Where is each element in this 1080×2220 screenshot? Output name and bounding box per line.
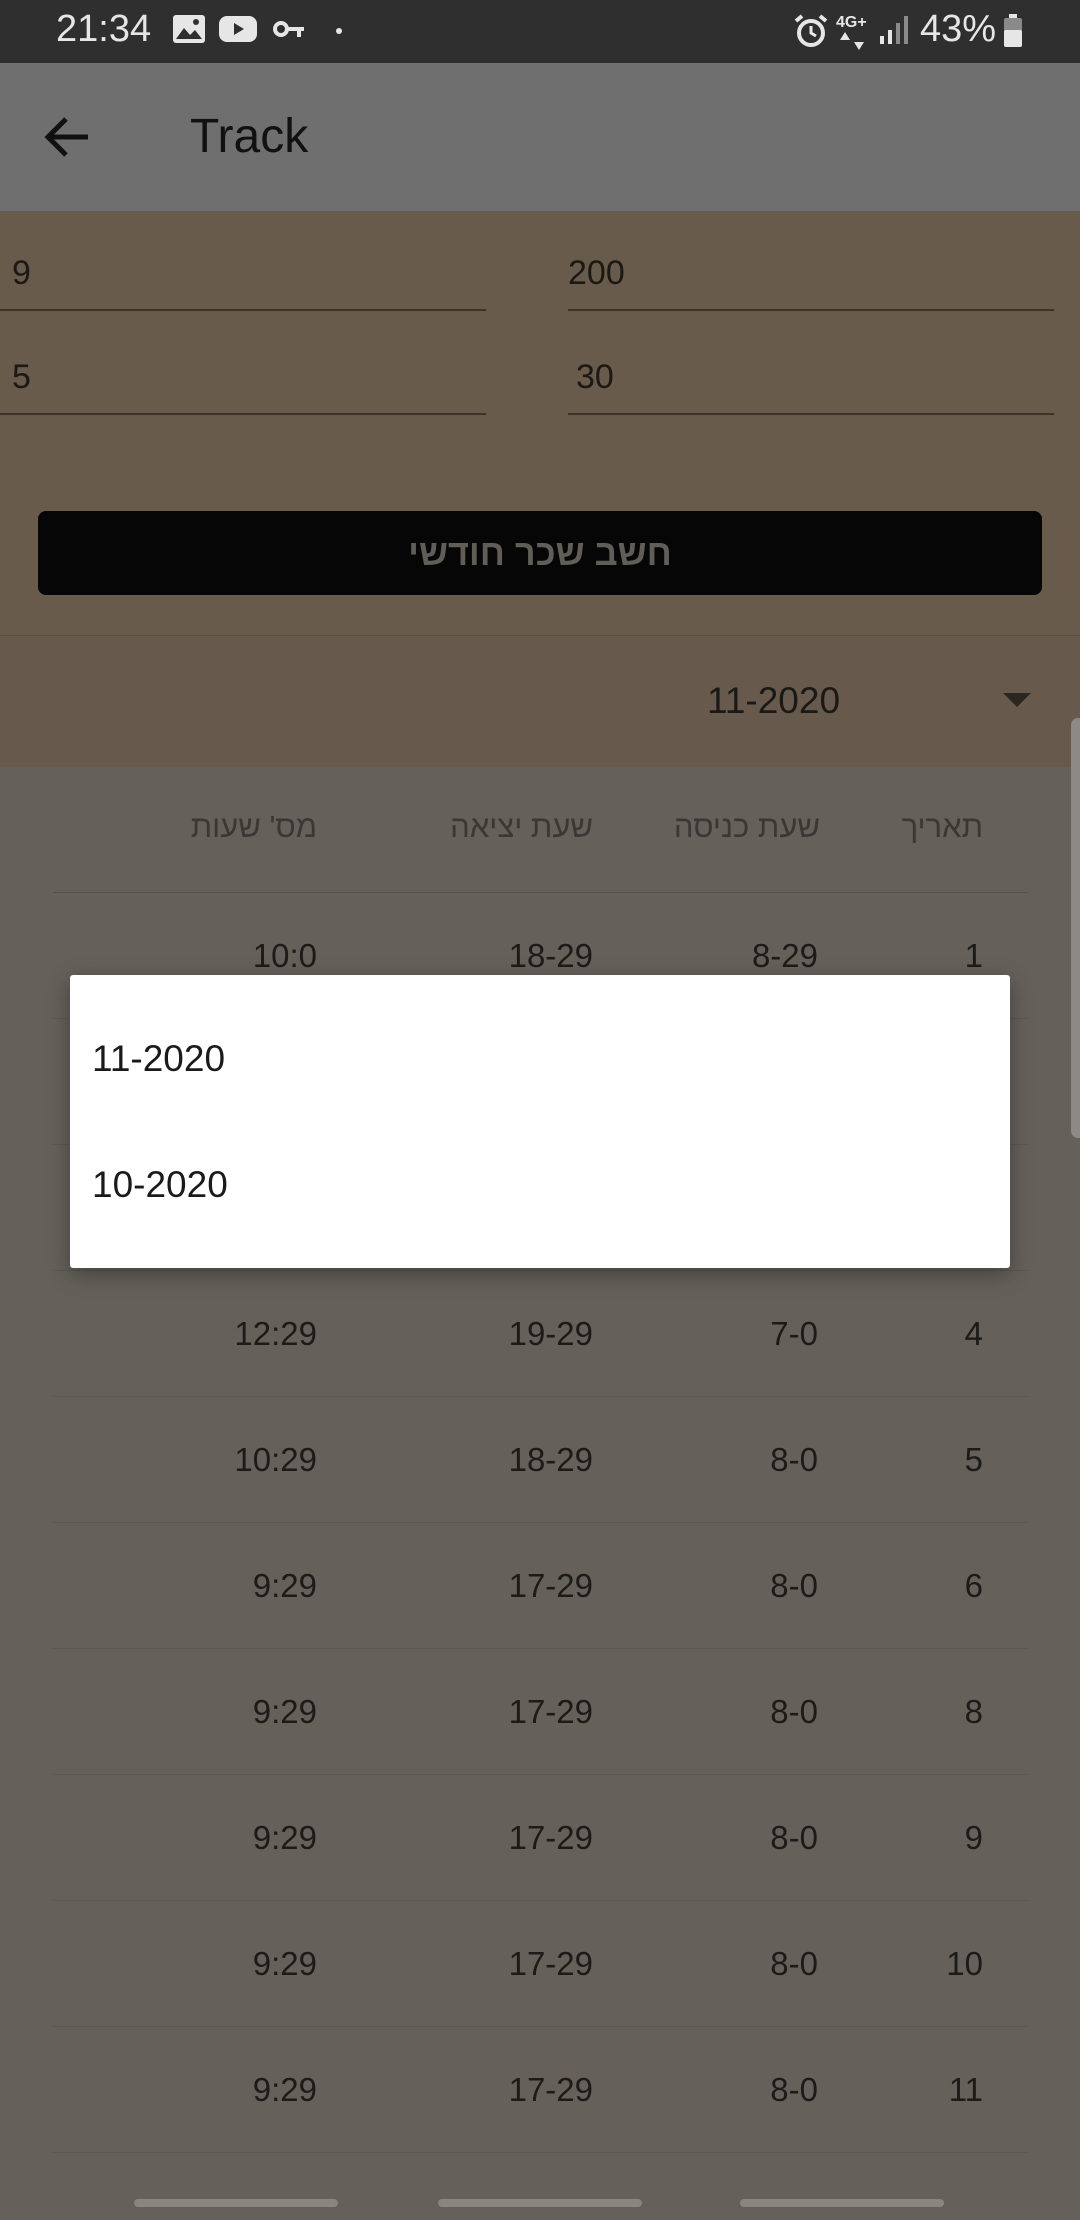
data-arrows-icon [840,32,864,50]
month-selector[interactable]: 11-2020 [0,635,1080,767]
cell-hours: 10:0 [252,937,317,974]
edge-panel-handle[interactable] [1071,718,1080,1138]
cell-exit: 19-29 [508,1315,593,1352]
status-bar: 21:34 4G+ 43% [0,0,1080,63]
cell-exit: 18-29 [508,937,593,974]
cell-entry: 8-0 [770,1693,818,1730]
page-title: Track [190,110,309,163]
dropdown-arrow-icon[interactable] [1003,693,1031,709]
rate-field-value: 200 [568,254,625,292]
cell-exit: 17-29 [508,1567,593,1604]
cell-hours: 9:29 [252,1945,317,1982]
table-row[interactable]: 8 8-0 17-29 9:29 [53,1649,1028,1775]
image-icon [173,15,205,43]
header-entry: שעת כניסה [673,809,820,844]
dropdown-option[interactable]: 10-2020 [92,1164,228,1206]
system-nav-bar [0,2187,1080,2220]
table-row[interactable]: 6 8-0 17-29 9:29 [53,1523,1028,1649]
header-hours: מס' שעות [190,809,317,844]
cell-entry: 8-0 [770,1567,818,1604]
cell-date: 5 [964,1441,983,1478]
nav-recents-button[interactable] [134,2199,338,2207]
cell-hours: 12:29 [234,1315,317,1352]
battery-icon [1004,14,1022,47]
cell-hours: 9:29 [252,2071,317,2108]
table-row[interactable]: 10 8-0 17-29 9:29 [53,1901,1028,2027]
dot-icon [336,28,342,34]
cell-exit: 17-29 [508,1693,593,1730]
table-row[interactable]: 5 8-0 18-29 10:29 [53,1397,1028,1523]
cell-exit: 18-29 [508,1441,593,1478]
cell-exit: 17-29 [508,2071,593,2108]
app-bar: Track [0,63,1080,211]
rate-field[interactable]: 200 [568,249,1054,311]
table-header: תאריך שעת כניסה שעת יציאה מס' שעות [53,767,1028,893]
alarm-icon [794,14,828,47]
cell-entry: 8-0 [770,1441,818,1478]
cell-hours: 9:29 [252,1819,317,1856]
arrow-left-icon[interactable] [38,107,98,167]
cell-date: 11 [948,2071,983,2108]
calculate-salary-button[interactable]: חשב שכר חודשי [38,511,1042,595]
header-exit: שעת יציאה [450,809,593,844]
cell-exit: 17-29 [508,1945,593,1982]
cell-entry: 8-0 [770,1945,818,1982]
network-type: 4G+ [836,14,867,31]
cell-entry: 8-29 [751,937,818,974]
key-icon [273,21,304,37]
field-top-left[interactable]: 9 [0,249,486,311]
field-bottom-right-value: 30 [576,358,614,396]
cell-date: 4 [964,1315,983,1352]
field-bottom-left[interactable]: 5 [0,353,486,415]
cell-hours: 10:29 [234,1441,317,1478]
cell-entry: 7-0 [770,1315,818,1352]
cell-date: 1 [964,937,983,974]
nav-home-button[interactable] [438,2199,642,2207]
field-top-left-value: 9 [12,254,31,292]
status-time: 21:34 [56,8,152,50]
dropdown-option[interactable]: 11-2020 [92,1038,225,1080]
cell-entry: 8-0 [770,2071,818,2108]
header-date: תאריך [901,809,983,844]
cell-date: 8 [964,1693,983,1730]
table-row[interactable]: 9 8-0 17-29 9:29 [53,1775,1028,1901]
cell-date: 9 [964,1819,983,1856]
battery-percent: 43% [920,8,997,50]
cell-exit: 17-29 [508,1819,593,1856]
cell-hours: 9:29 [252,1693,317,1730]
cell-date: 6 [964,1567,983,1604]
signal-icon [880,16,908,44]
selected-month: 11-2020 [707,680,841,721]
cell-hours: 9:29 [252,1567,317,1604]
cell-date: 10 [946,1945,983,1982]
nav-back-button[interactable] [740,2199,944,2207]
salary-form: 200 9 30 5 חשב שכר חודשי [0,211,1080,635]
table-row[interactable]: 4 7-0 19-29 12:29 [53,1271,1028,1397]
youtube-icon [219,16,257,42]
cell-entry: 8-0 [770,1819,818,1856]
field-bottom-left-value: 5 [12,358,31,396]
month-dropdown-popup: 11-2020 10-2020 [70,975,1010,1268]
field-bottom-right[interactable]: 30 [568,353,1054,415]
table-row[interactable]: 11 8-0 17-29 9:29 [53,2027,1028,2153]
